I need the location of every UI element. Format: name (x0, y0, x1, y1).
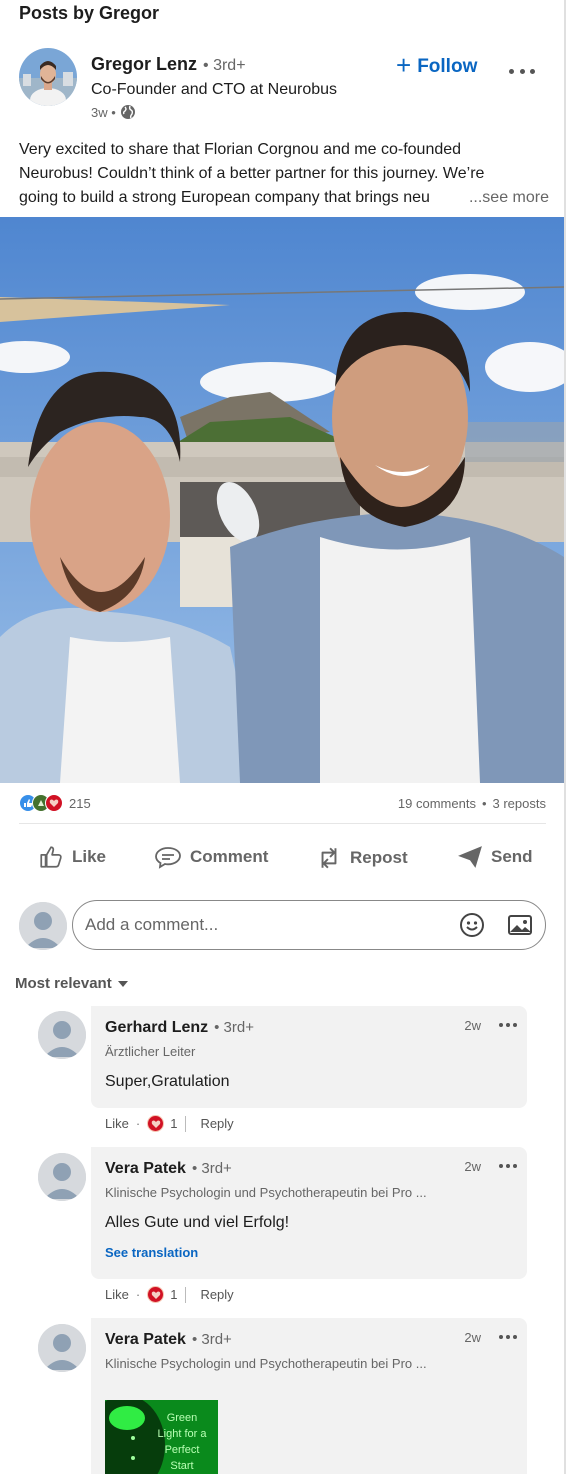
author-headline: Co-Founder and CTO at Neurobus (91, 81, 338, 98)
reaction-count[interactable]: 215 (69, 796, 91, 811)
comments-reposts: 19 comments • 3 reposts (398, 796, 546, 811)
my-avatar[interactable] (19, 902, 67, 950)
comment-author-row: Vera Patek • 3rd+ (105, 1331, 232, 1349)
comment-author-row: Gerhard Lenz • 3rd+ (105, 1019, 254, 1037)
comment-author-headline: Klinische Psychologin und Psychotherapeu… (105, 1185, 427, 1200)
author-name-row: Gregor Lenz • 3rd+ (91, 54, 246, 75)
comment-label: Comment (190, 847, 269, 866)
comment-author-degree: • 3rd+ (214, 1019, 254, 1036)
comment-bubble: Vera Patek • 3rd+ 2w Klinische Psycholog… (91, 1318, 527, 1474)
plus-icon: + (396, 50, 412, 80)
ellipsis-icon-dot (509, 68, 514, 74)
repost-icon (321, 847, 337, 869)
comment-reply-button[interactable]: Reply (200, 1287, 233, 1302)
caret-down-icon (117, 980, 128, 987)
comment-author-headline: Ärztlicher Leiter (105, 1044, 196, 1059)
comment-reaction-count[interactable]: 1 (170, 1287, 177, 1302)
sort-comments-dropdown[interactable]: Most relevant (15, 975, 129, 992)
see-translation-link[interactable]: See translation (105, 1245, 198, 1260)
follow-label: Follow (417, 56, 478, 77)
comment-author-degree: • 3rd+ (191, 1331, 232, 1348)
reaction-icons[interactable] (19, 794, 63, 812)
comment-more-button[interactable] (499, 1161, 517, 1171)
like-label: Like (72, 847, 107, 866)
send-label: Send (491, 847, 533, 866)
comment-more-button[interactable] (499, 1020, 517, 1030)
post-text-line: Neurobus! Couldn’t think of a better par… (19, 165, 485, 182)
image-icon (508, 915, 532, 935)
comment-text: Super,Gratulation (105, 1073, 230, 1090)
comment-bubble: Vera Patek • 3rd+ 2w Klinische Psycholog… (91, 1147, 527, 1279)
thumbs-up-icon (40, 846, 62, 868)
comment-time: 2w (464, 1330, 481, 1345)
comment-author-name[interactable]: Vera Patek (105, 1160, 186, 1178)
post-more-options-button[interactable] (505, 60, 539, 82)
follow-button[interactable]: + Follow (396, 52, 478, 78)
send-icon (458, 846, 482, 868)
post-image[interactable] (0, 217, 564, 783)
comment-actions: Like · 1 Reply (105, 1115, 234, 1132)
author-degree: • 3rd+ (203, 57, 246, 74)
comment-bubble: Gerhard Lenz • 3rd+ 2w Ärztlicher Leiter… (91, 1006, 527, 1108)
comment-reaction-count[interactable]: 1 (170, 1116, 177, 1131)
comment-avatar[interactable] (38, 1011, 86, 1059)
author-avatar[interactable] (19, 48, 77, 106)
comment-author-row: Vera Patek • 3rd+ (105, 1160, 232, 1178)
separator-dot: • (481, 796, 487, 811)
reposts-count-link[interactable]: 3 reposts (493, 796, 546, 811)
post-text: Very excited to share that Florian Corgn… (19, 138, 549, 210)
comment-reply-button[interactable]: Reply (200, 1116, 233, 1131)
add-comment-input[interactable] (85, 915, 445, 935)
image-text-line: Perfect (164, 1444, 200, 1456)
comment-like-button[interactable]: Like (105, 1287, 129, 1302)
sort-label: Most relevant (15, 975, 112, 992)
comment-author-headline: Klinische Psychologin und Psychotherapeu… (105, 1356, 427, 1371)
comment-image[interactable]: Green Light for a Perfect Start (105, 1400, 218, 1474)
comment-avatar[interactable] (38, 1153, 86, 1201)
see-more-link[interactable]: ...see more (460, 186, 549, 210)
post-meta: 3w • (91, 104, 136, 120)
repost-label: Repost (350, 848, 408, 867)
comment-author-name[interactable]: Vera Patek (105, 1331, 186, 1349)
comment-time: 2w (464, 1018, 481, 1033)
comment-like-button[interactable]: Like (105, 1116, 129, 1131)
comment-avatar[interactable] (38, 1324, 86, 1372)
repost-button[interactable]: Repost (316, 844, 408, 872)
divider (19, 823, 546, 824)
comment-author-degree: • 3rd+ (191, 1160, 232, 1177)
like-button[interactable]: Like (38, 844, 106, 870)
send-button[interactable]: Send (457, 844, 533, 870)
comment-icon (155, 847, 181, 869)
author-name[interactable]: Gregor Lenz (91, 54, 197, 75)
image-text-line: Light for a (157, 1428, 207, 1440)
comment-author-name[interactable]: Gerhard Lenz (105, 1019, 208, 1037)
section-title: Posts by Gregor (19, 3, 160, 23)
emoji-icon (460, 913, 484, 937)
emoji-button[interactable] (459, 912, 485, 938)
add-image-button[interactable] (507, 913, 533, 937)
comment-time: 2w (464, 1159, 481, 1174)
post-text-line: Very excited to share that Florian Corgn… (19, 141, 462, 158)
comments-count-link[interactable]: 19 comments (398, 796, 476, 811)
ellipsis-icon-dot (519, 68, 525, 74)
love-reaction-icon (147, 1286, 165, 1303)
ellipsis-icon-dot (530, 68, 535, 74)
love-reaction-icon (45, 794, 63, 812)
post-time: 3w • (91, 104, 116, 120)
image-text-line: Start (170, 1460, 194, 1472)
comment-actions: Like · 1 Reply (105, 1286, 234, 1303)
globe-icon (120, 105, 135, 119)
comment-button[interactable]: Comment (154, 844, 268, 870)
love-reaction-icon (147, 1115, 165, 1132)
comment-text: Alles Gute und viel Erfolg! (105, 1214, 290, 1231)
comment-more-button[interactable] (499, 1332, 517, 1342)
image-text-line: Green (166, 1412, 198, 1424)
